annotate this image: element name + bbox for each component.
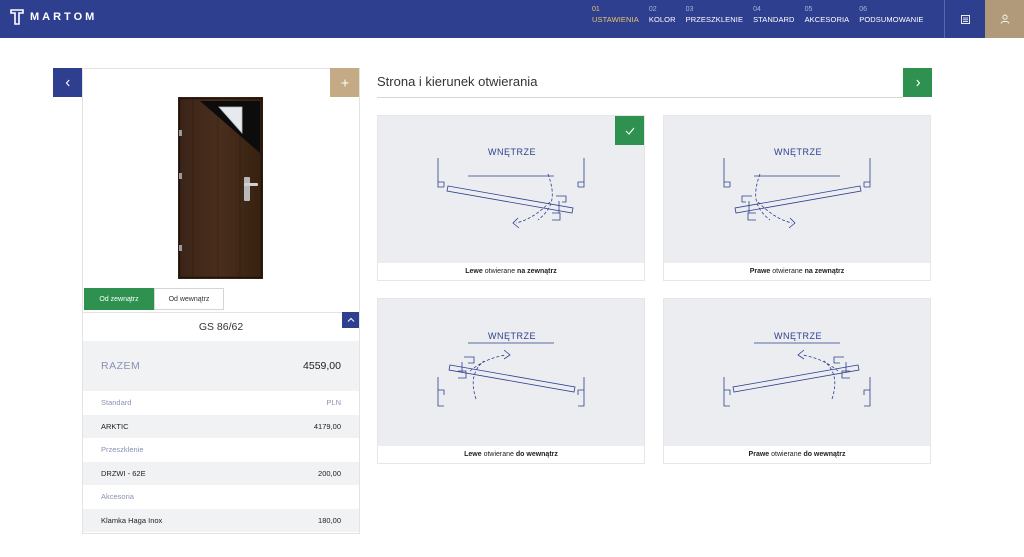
view-tabs: Od zewnątrz Od wewnątrz — [84, 288, 224, 310]
option-mid: otwierane — [483, 451, 514, 458]
door-swing-diagram: WNĘTRZE — [437, 331, 585, 407]
option-direction: do wewnątrz — [515, 451, 558, 458]
interior-label: WNĘTRZE — [774, 331, 822, 341]
option-caption: Lewe otwierane do wewnątrz — [378, 446, 644, 463]
item-row-drzwi: DRZWI - 62E 200,00 — [83, 461, 359, 485]
option-direction: na zewnątrz — [804, 268, 845, 275]
price-breakdown: Standard PLN ARKTIC 4179,00 Przeszklenie… — [83, 391, 359, 532]
option-diagram: WNĘTRZE — [664, 116, 930, 263]
next-button[interactable] — [903, 68, 932, 97]
total-value: 4559,00 — [303, 360, 341, 372]
chevron-up-icon — [347, 317, 354, 322]
door-swing-diagram: WNĘTRZE — [437, 147, 585, 229]
option-right-outward[interactable]: WNĘTRZE Prawe otwierane na zewnątrz — [663, 115, 931, 281]
option-side: Lewe — [465, 268, 483, 275]
step-number: 01 — [592, 6, 600, 13]
step-standard[interactable]: 04 STANDARD — [753, 5, 795, 26]
interior-label: WNĘTRZE — [488, 147, 536, 157]
step-akcesoria[interactable]: 05 AKCESORIA — [805, 5, 850, 26]
item-label: Klamka Haga Inox — [101, 515, 163, 525]
item-label: DRZWI - 62E — [101, 468, 146, 478]
add-button[interactable] — [330, 68, 359, 97]
door-swing-diagram: WNĘTRZE — [723, 147, 871, 229]
item-label: ARKTIC — [101, 421, 129, 431]
step-podsumowanie[interactable]: 06 PODSUMOWANIE — [859, 5, 923, 26]
option-caption: Prawe otwierane na zewnątrz — [664, 263, 930, 280]
step-label: KOLOR — [648, 15, 676, 24]
option-left-inward[interactable]: WNĘTRZE Lewe otwierane do wewnątrz — [377, 298, 645, 464]
item-row-klamka: Klamka Haga Inox 180,00 — [83, 508, 359, 532]
option-side: Prawe — [748, 451, 770, 458]
step-nav: 01 USTAWIENIA 02 KOLOR 03 PRZESZKLENIE 0… — [592, 5, 934, 26]
option-direction: do wewnątrz — [803, 451, 846, 458]
option-diagram: WNĘTRZE — [378, 299, 644, 446]
interior-label: WNĘTRZE — [488, 331, 536, 341]
top-bar: MARTOM 01 USTAWIENIA 02 KOLOR 03 PRZESZK… — [0, 0, 1024, 38]
option-left-outward[interactable]: WNĘTRZE Lewe otwierane na zewnątrz — [377, 115, 645, 281]
selected-check — [615, 116, 644, 145]
step-label: PODSUMOWANIE — [859, 15, 924, 24]
step-label: USTAWIENIA — [592, 15, 639, 24]
option-diagram: WNĘTRZE — [664, 299, 930, 446]
item-price: 200,00 — [318, 468, 341, 478]
step-przeszklenie[interactable]: 03 PRZESZKLENIE — [686, 5, 743, 26]
step-kolor[interactable]: 02 KOLOR — [649, 5, 676, 26]
item-price: 180,00 — [318, 515, 341, 525]
door-preview-image — [178, 97, 263, 279]
title-divider — [377, 97, 903, 98]
model-label: GS 86/62 — [198, 321, 244, 333]
option-mid: otwierane — [772, 268, 803, 275]
category-label: Przeszklenie — [101, 445, 144, 455]
tab-outside[interactable]: Od zewnątrz — [84, 288, 154, 310]
door-swing-diagram: WNĘTRZE — [723, 331, 871, 407]
step-number: 05 — [804, 6, 813, 13]
step-label: STANDARD — [753, 15, 795, 24]
step-number: 03 — [685, 6, 694, 13]
total-row: RAZEM 4559,00 — [83, 341, 359, 391]
option-direction: na zewnątrz — [517, 268, 557, 275]
option-mid: otwierane — [484, 268, 516, 275]
item-row-arktic: ARKTIC 4179,00 — [83, 414, 359, 438]
model-name: GS 86/62 — [83, 312, 359, 341]
interior-label: WNĘTRZE — [774, 147, 822, 157]
category-row-akcesoria: Akcesoria — [83, 485, 359, 509]
user-icon — [1000, 14, 1009, 24]
collapse-button[interactable] — [342, 312, 359, 328]
step-ustawienia[interactable]: 01 USTAWIENIA — [592, 5, 639, 26]
category-label: Standard — [101, 398, 132, 408]
step-label: AKCESORIA — [804, 15, 850, 24]
chevron-right-icon — [915, 79, 920, 86]
category-row-standard: Standard PLN — [83, 391, 359, 415]
logo-mark-icon — [10, 9, 24, 25]
category-label: Akcesoria — [101, 492, 134, 502]
summary-list-button[interactable] — [945, 0, 985, 38]
currency-label: PLN — [326, 398, 341, 408]
step-label: PRZESZKLENIE — [685, 15, 744, 24]
check-icon — [625, 127, 634, 135]
total-label: RAZEM — [101, 360, 141, 372]
option-diagram: WNĘTRZE — [378, 116, 644, 263]
tab-inside[interactable]: Od wewnątrz — [154, 288, 224, 310]
item-price: 4179,00 — [313, 421, 341, 431]
option-caption: Prawe otwierane do wewnątrz — [664, 446, 930, 463]
prev-button[interactable] — [53, 68, 82, 97]
option-mid: otwierane — [771, 451, 802, 458]
step-number: 02 — [648, 6, 657, 13]
option-right-inward[interactable]: WNĘTRZE Prawe otwierane do wewnątrz — [663, 298, 931, 464]
category-row-przeszklenie: Przeszklenie — [83, 438, 359, 462]
logo[interactable]: MARTOM — [10, 9, 97, 25]
step-number: 04 — [753, 6, 761, 13]
option-side: Prawe — [749, 268, 771, 275]
chevron-left-icon — [65, 79, 70, 86]
plus-icon — [341, 79, 348, 86]
user-button[interactable] — [985, 0, 1024, 38]
option-side: Lewe — [464, 451, 482, 458]
section-title: Strona i kierunek otwierania — [377, 74, 538, 89]
step-number: 06 — [859, 6, 868, 13]
brand-name: MARTOM — [30, 11, 98, 23]
option-caption: Lewe otwierane na zewnątrz — [378, 263, 644, 280]
list-icon — [960, 14, 970, 24]
